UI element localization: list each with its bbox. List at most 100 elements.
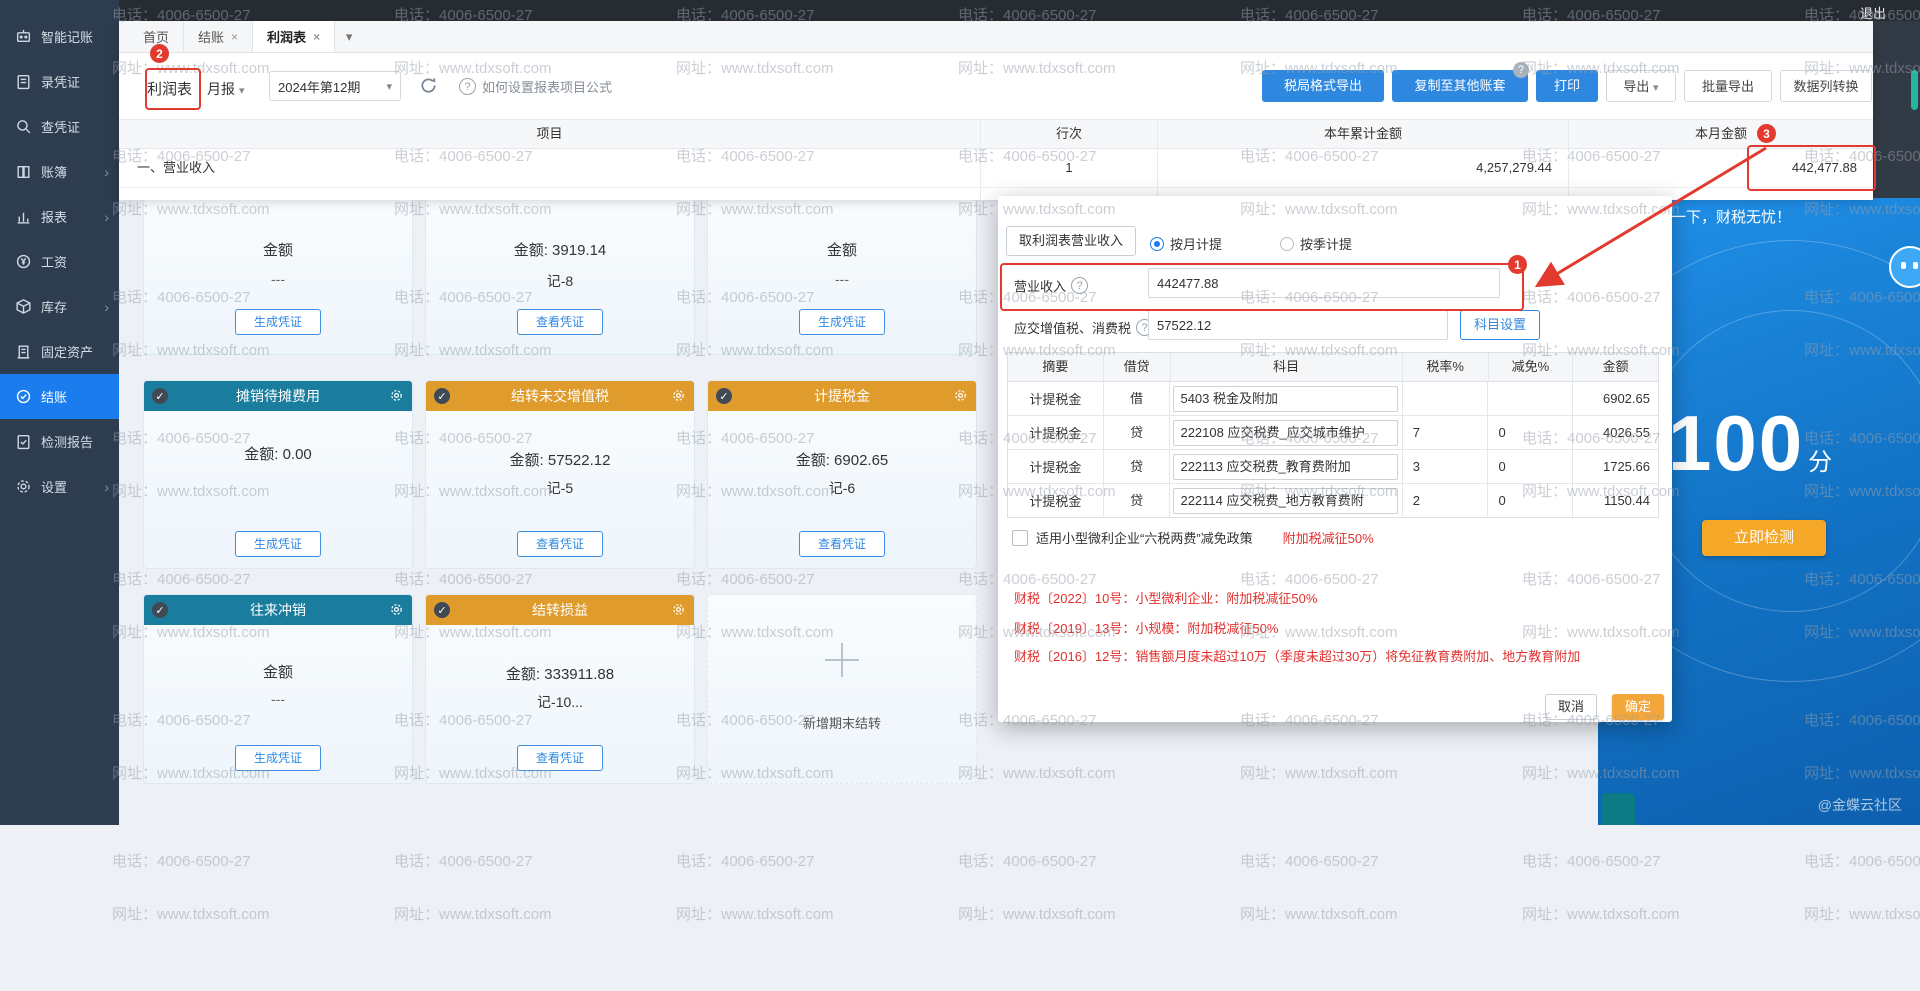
cell-rate: 2 (1402, 484, 1488, 517)
batch-export-button[interactable]: 批量导出 (1684, 70, 1772, 102)
policy-checkbox[interactable] (1012, 530, 1028, 546)
account-settings-button[interactable]: 科目设置 (1460, 310, 1540, 340)
cell-amount: 6902.65 (1572, 382, 1658, 415)
gear-icon[interactable] (389, 388, 404, 406)
cell-summary: 计提税金 (1008, 389, 1103, 408)
tax-detail-table: 摘要 借贷 科目 税率% 减免% 金额 计提税金 借 5403 税金及附加 69… (1007, 352, 1659, 518)
closing-card: 金额 --- 生成凭证 (707, 198, 977, 355)
close-icon[interactable]: × (313, 30, 320, 44)
help-icon[interactable]: ? (1071, 277, 1088, 294)
cancel-button[interactable]: 取消 (1545, 694, 1597, 720)
tax-format-export-button[interactable]: 税局格式导出 (1262, 70, 1384, 102)
tax-accrual-dialog: 取利润表营业收入 按月计提 按季计提 营业收入? 应交增值税、消费税? 科目设置… (998, 196, 1672, 722)
cell-relief: 0 (1487, 416, 1572, 449)
sidebar-item-inspection-report[interactable]: 检测报告 (0, 419, 119, 464)
column-convert-button[interactable]: 数据列转换 (1780, 70, 1872, 102)
sidebar-item-ledger[interactable]: 账簿 › (0, 149, 119, 194)
radio-selected-icon (1150, 237, 1164, 251)
sidebar-item-settings[interactable]: 设置 › (0, 464, 119, 509)
revenue-input[interactable] (1148, 268, 1500, 298)
card-amount-empty: --- (708, 271, 976, 287)
cell-item: 一、营业收入 (119, 149, 980, 187)
scrollbar-thumb[interactable] (1911, 70, 1918, 110)
sidebar-item-closing[interactable]: 结账 (0, 374, 119, 419)
sidebar-item-inventory[interactable]: 库存 › (0, 284, 119, 329)
sidebar-item-fixed-assets[interactable]: 固定资产 (0, 329, 119, 374)
cell-amount: 1725.66 (1572, 450, 1658, 483)
robot-icon (15, 28, 32, 45)
report-icon (15, 208, 32, 225)
print-button[interactable]: 打印 (1536, 70, 1598, 102)
help-icon[interactable]: ? (1513, 62, 1529, 78)
sidebar-item-salary[interactable]: 工资 (0, 239, 119, 284)
period-type-dropdown[interactable]: 月报▾ (207, 79, 245, 99)
sidebar: 智能记账 录凭证 查凭证 账簿 › 报表 › 工资 库存 › 固定资产 结账 检… (0, 0, 119, 825)
generate-voucher-button[interactable]: 生成凭证 (235, 531, 321, 557)
tab-income-statement[interactable]: 利润表× (253, 21, 335, 52)
view-voucher-button[interactable]: 查看凭证 (517, 531, 603, 557)
cell-rate: 3 (1402, 450, 1488, 483)
gear-icon[interactable] (389, 602, 404, 620)
view-voucher-button[interactable]: 查看凭证 (517, 309, 603, 335)
closing-check-icon (15, 388, 32, 405)
cell-amount: 4026.55 (1572, 416, 1658, 449)
sidebar-item-label: 库存 (41, 297, 67, 316)
copy-to-other-books-button[interactable]: 复制至其他账套 (1392, 70, 1528, 102)
radio-monthly[interactable]: 按月计提 (1150, 234, 1222, 253)
gear-icon[interactable] (953, 388, 968, 406)
exit-button[interactable]: 退出 (1860, 3, 1886, 22)
generate-voucher-button[interactable]: 生成凭证 (235, 745, 321, 771)
tab-list-dropdown[interactable]: ▾ (335, 21, 363, 52)
generate-voucher-button[interactable]: 生成凭证 (235, 309, 321, 335)
radio-quarterly[interactable]: 按季计提 (1280, 234, 1352, 253)
card-amount: 金额: 333911.88 (426, 663, 694, 684)
corner-widget (1601, 793, 1635, 825)
check-icon: ✓ (434, 602, 450, 618)
report-type-label[interactable]: 利润表 (147, 78, 192, 99)
check-now-button[interactable]: 立即检测 (1702, 520, 1826, 556)
search-icon (15, 118, 32, 135)
card-amount-empty: --- (144, 271, 412, 287)
tab-home[interactable]: 首页 (129, 21, 184, 52)
account-field[interactable]: 222113 应交税费_教育费附加 (1173, 454, 1398, 480)
sidebar-item-voucher-search[interactable]: 查凭证 (0, 104, 119, 149)
refresh-button[interactable] (419, 76, 438, 98)
tax-note-2022: 财税〔2022〕10号：小型微利企业：附加税减征50% (1014, 588, 1317, 607)
chevron-down-icon: ▾ (1653, 82, 1659, 94)
cell-rate: 7 (1402, 416, 1488, 449)
view-voucher-button[interactable]: 查看凭证 (517, 745, 603, 771)
account-field[interactable]: 222114 应交税费_地方教育费附 (1173, 488, 1398, 514)
cell-ytd: 4,257,279.44 (1157, 149, 1568, 187)
report-toolbar: 利润表 月报▾ 2024年第12期▾ ? 如何设置报表项目公式 税局格式导出 复… (119, 52, 1873, 119)
cell-summary: 计提税金 (1008, 423, 1103, 442)
sidebar-item-reports[interactable]: 报表 › (0, 194, 119, 239)
table-row-operating-revenue[interactable]: 一、营业收入 1 4,257,279.44 442,477.88 (119, 149, 1873, 188)
card-voucher-no: 记-5 (426, 478, 694, 498)
table-row: 计提税金 借 5403 税金及附加 6902.65 (1008, 382, 1658, 416)
gear-icon[interactable] (671, 388, 686, 406)
policy-note: 附加税减征50% (1283, 528, 1374, 547)
gear-icon[interactable] (671, 602, 686, 620)
sidebar-item-voucher-entry[interactable]: 录凭证 (0, 59, 119, 104)
add-period-transfer-card[interactable]: 新增期末结转 (707, 594, 977, 784)
card-title: 计提税金 (814, 386, 870, 406)
vat-input[interactable] (1148, 310, 1448, 340)
closing-card-profit-transfer: ✓ 结转损益 金额: 333911.88 记-10... 查看凭证 (425, 594, 695, 784)
period-select[interactable]: 2024年第12期▾ (269, 71, 401, 101)
account-field[interactable]: 5403 税金及附加 (1173, 386, 1398, 412)
cell-line: 1 (980, 149, 1157, 187)
view-voucher-button[interactable]: 查看凭证 (799, 531, 885, 557)
sidebar-item-smart-accounting[interactable]: 智能记账 (0, 14, 119, 59)
account-field[interactable]: 222108 应交税费_应交城市维护 (1173, 420, 1398, 446)
formula-help-link[interactable]: ? 如何设置报表项目公式 (459, 77, 612, 96)
generate-voucher-button[interactable]: 生成凭证 (799, 309, 885, 335)
ledger-icon (15, 163, 32, 180)
card-amount-empty: --- (144, 691, 412, 707)
export-dropdown-button[interactable]: 导出 ▾ (1606, 70, 1676, 102)
take-revenue-from-report-button[interactable]: 取利润表营业收入 (1006, 226, 1136, 256)
tab-closing[interactable]: 结账× (184, 21, 253, 52)
close-icon[interactable]: × (231, 30, 238, 44)
col-header-ytd: 本年累计金额 (1157, 120, 1568, 148)
confirm-button[interactable]: 确定 (1612, 694, 1664, 720)
chevron-down-icon: ▾ (346, 29, 353, 45)
